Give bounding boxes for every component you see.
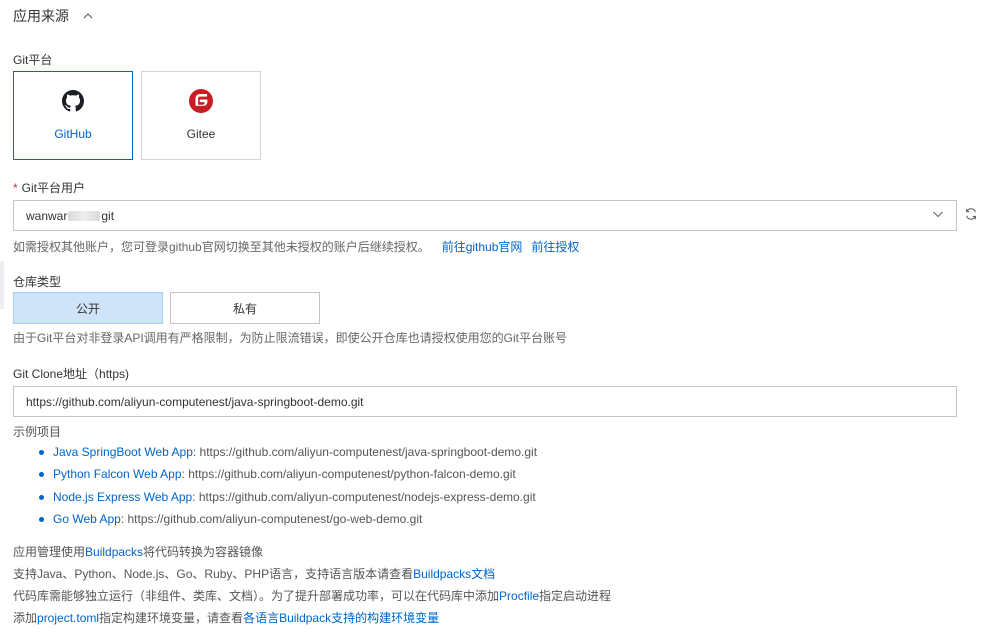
git-user-label: * Git平台用户 [13,179,85,196]
link-buildpacks-docs[interactable]: Buildpacks文档 [413,567,495,581]
clone-url-label: Git Clone地址（https) [13,367,130,381]
repo-type-help: 由于Git平台对非登录API调用有严格限制，为防止限流错误，即使公开仓库也请授权… [13,331,568,345]
note-text: 代码库需能够独立运行（非组件、类库、文档）。为了提升部署成功率，可以在代码库中添… [13,589,500,603]
list-item: Go Web App: https://github.com/aliyun-co… [39,509,537,531]
link-procfile[interactable]: Procfile [499,589,539,603]
section-header[interactable]: 应用来源 [13,6,97,26]
redacted-text [68,211,101,222]
repo-type-private-button[interactable]: 私有 [170,292,320,324]
platform-card-gitee[interactable]: Gitee [141,71,261,160]
left-edge-strip [0,261,4,309]
list-item: Python Falcon Web App: https://github.co… [39,464,537,486]
note-line-4: 添加project.toml指定构建环境变量，请查看各语言Buildpack支持… [13,610,439,626]
note-text: 支持Java、Python、Node.js、Go、Ruby、PHP语言，支持语言… [13,567,414,581]
note-text: 添加 [13,611,38,625]
section-title: 应用来源 [13,8,69,24]
github-icon [61,89,85,113]
note-text: 应用管理使用 [13,545,86,559]
link-project-toml[interactable]: project.toml [37,611,99,625]
repo-type-public-button[interactable]: 公开 [13,292,163,324]
git-user-value-prefix: wanwar [26,208,68,223]
note-line-3: 代码库需能够独立运行（非组件、类库、文档）。为了提升部署成功率，可以在代码库中添… [13,588,611,604]
git-user-value-suffix: git [101,208,115,223]
git-user-label-text: Git平台用户 [21,181,86,195]
platform-card-github[interactable]: GitHub [13,71,133,160]
example-url: : https://github.com/aliyun-computenest/… [192,489,536,504]
note-text: 指定构建环境变量，请查看 [99,611,244,625]
chevron-down-icon [932,208,944,223]
example-link[interactable]: Python Falcon Web App [53,467,182,481]
list-item: Java SpringBoot Web App: https://github.… [39,442,537,464]
examples-list: Java SpringBoot Web App: https://github.… [39,442,537,531]
example-link[interactable]: Go Web App [53,512,121,526]
platform-name: Gitee [186,127,216,141]
refresh-icon[interactable] [964,207,980,223]
gitee-icon [189,89,213,113]
note-line-2: 支持Java、Python、Node.js、Go、Ruby、PHP语言，支持语言… [13,566,495,582]
required-mark: * [13,181,18,195]
list-item: Node.js Express Web App: https://github.… [39,487,537,509]
example-url: : https://github.com/aliyun-computenest/… [120,511,423,526]
note-text: 指定启动进程 [539,589,612,603]
git-user-value: wanwar git [26,209,932,223]
note-text: 将代码转换为容器镜像 [143,545,264,559]
git-user-help-text: 如需授权其他账户，您可登录github官网切换至其他未授权的账户后继续授权。 [13,240,430,254]
repo-type-label: 仓库类型 [13,275,62,289]
link-github-site[interactable]: 前往github官网 [442,240,523,254]
git-user-help: 如需授权其他账户，您可登录github官网切换至其他未授权的账户后继续授权。 前往… [13,238,579,255]
examples-label: 示例项目 [13,425,62,439]
example-link[interactable]: Java SpringBoot Web App [53,445,193,459]
git-user-select[interactable]: wanwar git [13,200,957,231]
example-url: : https://github.com/aliyun-computenest/… [181,467,516,482]
clone-url-input[interactable]: https://github.com/aliyun-computenest/ja… [13,386,957,417]
example-link[interactable]: Node.js Express Web App [53,490,192,504]
link-buildpacks[interactable]: Buildpacks [85,545,143,559]
note-line-1: 应用管理使用Buildpacks将代码转换为容器镜像 [13,544,263,560]
chevron-up-icon[interactable] [83,9,97,23]
platform-name: GitHub [54,127,92,141]
link-buildpack-env-vars[interactable]: 各语言Buildpack支持的构建环境变量 [243,611,439,625]
link-authorize[interactable]: 前往授权 [531,240,579,254]
example-url: : https://github.com/aliyun-computenest/… [192,445,538,459]
git-platform-label: Git平台 [13,53,53,67]
